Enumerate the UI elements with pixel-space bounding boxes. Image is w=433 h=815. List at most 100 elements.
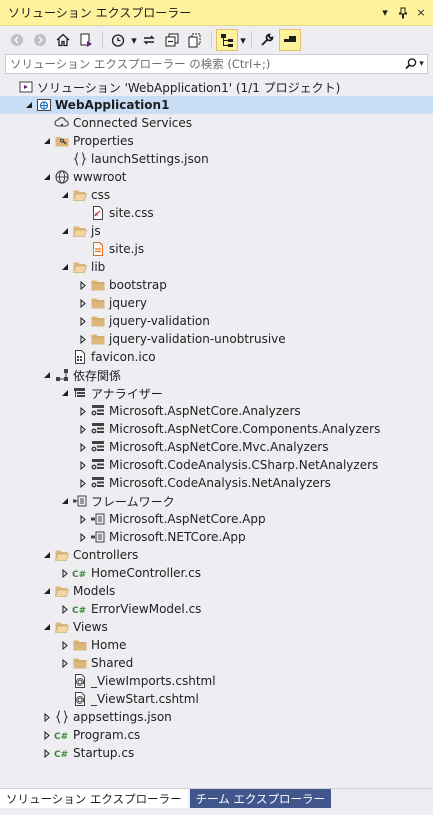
expanded-arrow-icon[interactable] [58, 384, 72, 402]
sync-icon[interactable] [138, 29, 160, 51]
collapsed-arrow-icon[interactable] [58, 564, 72, 582]
tree-item[interactable]: Microsoft.CodeAnalysis.NetAnalyzers [0, 474, 433, 492]
chevron-down-icon[interactable]: ▾ [130, 31, 138, 49]
collapsed-arrow-icon[interactable] [58, 654, 72, 672]
tree-item[interactable]: Home [0, 636, 433, 654]
tree-item[interactable]: C# ErrorViewModel.cs [0, 600, 433, 618]
tree-item[interactable]: bootstrap [0, 276, 433, 294]
window-position-dropdown[interactable]: ▾ [377, 4, 393, 22]
expanded-arrow-icon[interactable] [40, 168, 54, 186]
tab-solution-explorer[interactable]: ソリューション エクスプローラー [0, 789, 188, 808]
collapsed-arrow-icon[interactable] [76, 276, 90, 294]
tree-item[interactable]: site.css [0, 204, 433, 222]
home-icon[interactable] [52, 29, 74, 51]
pending-changes-icon[interactable] [107, 29, 129, 51]
switch-views-icon[interactable] [75, 29, 97, 51]
tree-item[interactable]: favicon.ico [0, 348, 433, 366]
collapsed-arrow-icon[interactable] [76, 402, 90, 420]
tree-item[interactable]: Properties [0, 132, 433, 150]
collapsed-arrow-icon[interactable] [58, 636, 72, 654]
collapsed-arrow-icon[interactable] [40, 708, 54, 726]
tree-item[interactable]: Microsoft.AspNetCore.Components.Analyzer… [0, 420, 433, 438]
tree-item[interactable]: Controllers [0, 546, 433, 564]
expanded-arrow-icon[interactable] [40, 618, 54, 636]
expanded-arrow-icon[interactable] [40, 366, 54, 384]
expanded-arrow-icon[interactable] [40, 582, 54, 600]
tree-item[interactable]: _ViewStart.cshtml [0, 690, 433, 708]
tree-item[interactable]: jquery-validation-unobtrusive [0, 330, 433, 348]
tab-team-explorer[interactable]: チーム エクスプローラー [189, 789, 332, 808]
collapsed-arrow-icon[interactable] [76, 474, 90, 492]
tree-item[interactable]: Views [0, 618, 433, 636]
collapsed-arrow-icon[interactable] [40, 744, 54, 762]
back-icon[interactable] [6, 29, 28, 51]
collapsed-arrow-icon[interactable] [76, 456, 90, 474]
folder-icon [90, 277, 106, 293]
folder-open-icon [72, 187, 88, 203]
tree-item[interactable]: jquery-validation [0, 312, 433, 330]
tree-item[interactable]: Models [0, 582, 433, 600]
tree-item-label: Views [73, 620, 108, 634]
collapse-all-icon[interactable] [161, 29, 183, 51]
tree-item[interactable]: Microsoft.CodeAnalysis.CSharp.NetAnalyze… [0, 456, 433, 474]
tree-item[interactable]: C# Startup.cs [0, 744, 433, 762]
collapsed-arrow-icon[interactable] [40, 726, 54, 744]
tree-item[interactable]: _ViewImports.cshtml [0, 672, 433, 690]
tree-item[interactable]: Shared [0, 654, 433, 672]
folder-open-icon [54, 619, 70, 635]
tree-item[interactable]: css [0, 186, 433, 204]
collapsed-arrow-icon[interactable] [76, 312, 90, 330]
properties-icon[interactable] [256, 29, 278, 51]
collapsed-arrow-icon[interactable] [76, 528, 90, 546]
tree-item-label: jquery [109, 296, 147, 310]
expanded-arrow-icon[interactable] [40, 132, 54, 150]
pin-icon[interactable] [395, 4, 411, 22]
collapsed-arrow-icon[interactable] [76, 420, 90, 438]
expanded-arrow-icon[interactable] [58, 186, 72, 204]
tree-item[interactable]: js [0, 222, 433, 240]
show-all-files-icon[interactable] [184, 29, 206, 51]
tree-item[interactable]: appsettings.json [0, 708, 433, 726]
tree-item[interactable]: launchSettings.json [0, 150, 433, 168]
tree-item[interactable]: フレームワーク [0, 492, 433, 510]
tree-item[interactable]: C# Program.cs [0, 726, 433, 744]
expanded-arrow-icon[interactable] [58, 258, 72, 276]
tree-item[interactable]: WebApplication1 [0, 96, 433, 114]
tree-item[interactable]: Microsoft.AspNetCore.Analyzers [0, 402, 433, 420]
tree-item[interactable]: アナライザー [0, 384, 433, 402]
tree-item[interactable]: site.js [0, 240, 433, 258]
preview-icon[interactable] [279, 29, 301, 51]
tree-item[interactable]: wwwroot [0, 168, 433, 186]
tree-item[interactable]: jquery [0, 294, 433, 312]
collapsed-arrow-icon[interactable] [76, 510, 90, 528]
chevron-down-icon[interactable]: ▾ [239, 31, 247, 49]
tree-item[interactable]: Microsoft.AspNetCore.Mvc.Analyzers [0, 438, 433, 456]
expanded-arrow-icon[interactable] [58, 492, 72, 510]
expanded-arrow-icon[interactable] [58, 222, 72, 240]
search-box[interactable]: ソリューション エクスプローラー の検索 (Ctrl+;) ▾ [5, 54, 428, 74]
tree-item[interactable]: Microsoft.NETCore.App [0, 528, 433, 546]
tree-item[interactable]: 依存関係 [0, 366, 433, 384]
close-icon[interactable]: × [413, 4, 429, 22]
tree-item[interactable]: Microsoft.AspNetCore.App [0, 510, 433, 528]
collapsed-arrow-icon[interactable] [58, 600, 72, 618]
forward-icon[interactable] [29, 29, 51, 51]
analyzer-package-icon [90, 475, 106, 491]
expanded-arrow-icon[interactable] [22, 96, 36, 114]
collapsed-arrow-icon[interactable] [76, 294, 90, 312]
tree-item[interactable]: ソリューション 'WebApplication1' (1/1 プロジェクト) [0, 78, 433, 96]
search-icon[interactable]: ▾ [401, 57, 427, 71]
expanded-arrow-icon[interactable] [40, 546, 54, 564]
tree-item-label: Controllers [73, 548, 139, 562]
search-input[interactable]: ソリューション エクスプローラー の検索 (Ctrl+;) [10, 56, 401, 72]
collapsed-arrow-icon[interactable] [76, 438, 90, 456]
tree-item-label: WebApplication1 [55, 98, 170, 112]
tree-item-label: js [91, 224, 101, 238]
tree-item[interactable]: Connected Services [0, 114, 433, 132]
toggle-view-icon[interactable] [216, 29, 238, 51]
window-title: ソリューション エクスプローラー [8, 6, 192, 20]
folder-open-icon [54, 547, 70, 563]
tree-item[interactable]: lib [0, 258, 433, 276]
collapsed-arrow-icon[interactable] [76, 330, 90, 348]
tree-item[interactable]: C# HomeController.cs [0, 564, 433, 582]
